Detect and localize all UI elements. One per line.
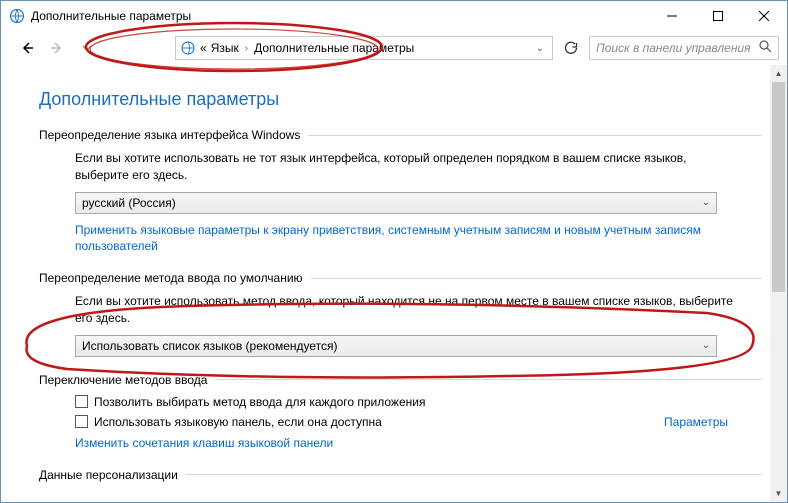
nav-forward-button[interactable]	[45, 36, 69, 60]
change-hotkeys-link[interactable]: Изменить сочетания клавиш языковой панел…	[75, 435, 735, 452]
checkbox-icon	[75, 395, 88, 408]
display-language-description: Если вы хотите использовать не тот язык …	[75, 150, 735, 184]
display-language-value: русский (Россия)	[82, 196, 176, 210]
scroll-thumb[interactable]	[772, 82, 785, 292]
minimize-button[interactable]	[649, 1, 695, 31]
maximize-button[interactable]	[695, 1, 741, 31]
vertical-scrollbar[interactable]: ▲ ▼	[770, 65, 787, 502]
page-title: Дополнительные параметры	[39, 89, 762, 110]
section-header-switching: Переключение методов ввода	[39, 373, 762, 387]
breadcrumb-dropdown-icon[interactable]: ⌄	[532, 43, 548, 54]
breadcrumb-icon	[180, 40, 196, 56]
search-placeholder: Поиск в панели управления	[596, 41, 751, 55]
nav-back-button[interactable]	[15, 36, 39, 60]
navbar: « Язык › Дополнительные параметры ⌄ Поис…	[1, 31, 787, 65]
breadcrumb-chevrons: «	[200, 41, 207, 55]
refresh-button[interactable]	[559, 36, 583, 60]
breadcrumb-item-1[interactable]: Язык	[211, 41, 239, 55]
app-icon	[9, 8, 25, 24]
chevron-down-icon: ⌄	[702, 197, 710, 208]
chevron-right-icon: ›	[243, 43, 250, 54]
content-area: Дополнительные параметры Переопределение…	[1, 65, 770, 502]
display-language-dropdown[interactable]: русский (Россия) ⌄	[75, 192, 717, 214]
section-header-input-method: Переопределение метода ввода по умолчани…	[39, 271, 762, 285]
input-method-value: Использовать список языков (рекомендуетс…	[82, 339, 338, 353]
breadcrumb-item-2[interactable]: Дополнительные параметры	[254, 41, 414, 55]
apply-language-link[interactable]: Применить языковые параметры к экрану пр…	[75, 222, 735, 256]
close-button[interactable]	[741, 1, 787, 31]
nav-recent-button[interactable]	[75, 36, 99, 60]
chevron-down-icon: ⌄	[702, 340, 710, 351]
window-controls	[649, 1, 787, 31]
scroll-track[interactable]	[770, 82, 787, 485]
section-header-display-language: Переопределение языка интерфейса Windows	[39, 128, 762, 142]
input-method-dropdown[interactable]: Использовать список языков (рекомендуетс…	[75, 335, 717, 357]
search-input[interactable]: Поиск в панели управления	[589, 36, 779, 60]
scroll-down-button[interactable]: ▼	[770, 485, 787, 502]
checkbox-language-bar[interactable]: Использовать языковую панель, если она д…	[75, 415, 762, 429]
checkbox-icon	[75, 415, 88, 428]
search-icon	[759, 40, 772, 56]
breadcrumb[interactable]: « Язык › Дополнительные параметры ⌄	[175, 36, 553, 60]
language-bar-params-link[interactable]: Параметры	[664, 415, 728, 429]
window-title: Дополнительные параметры	[31, 9, 191, 23]
checkbox-per-app[interactable]: Позволить выбирать метод ввода для каждо…	[75, 395, 762, 409]
input-method-description: Если вы хотите использовать метод ввода,…	[75, 293, 735, 327]
section-header-personalization: Данные персонализации	[39, 468, 762, 482]
titlebar: Дополнительные параметры	[1, 1, 787, 31]
scroll-up-button[interactable]: ▲	[770, 65, 787, 82]
